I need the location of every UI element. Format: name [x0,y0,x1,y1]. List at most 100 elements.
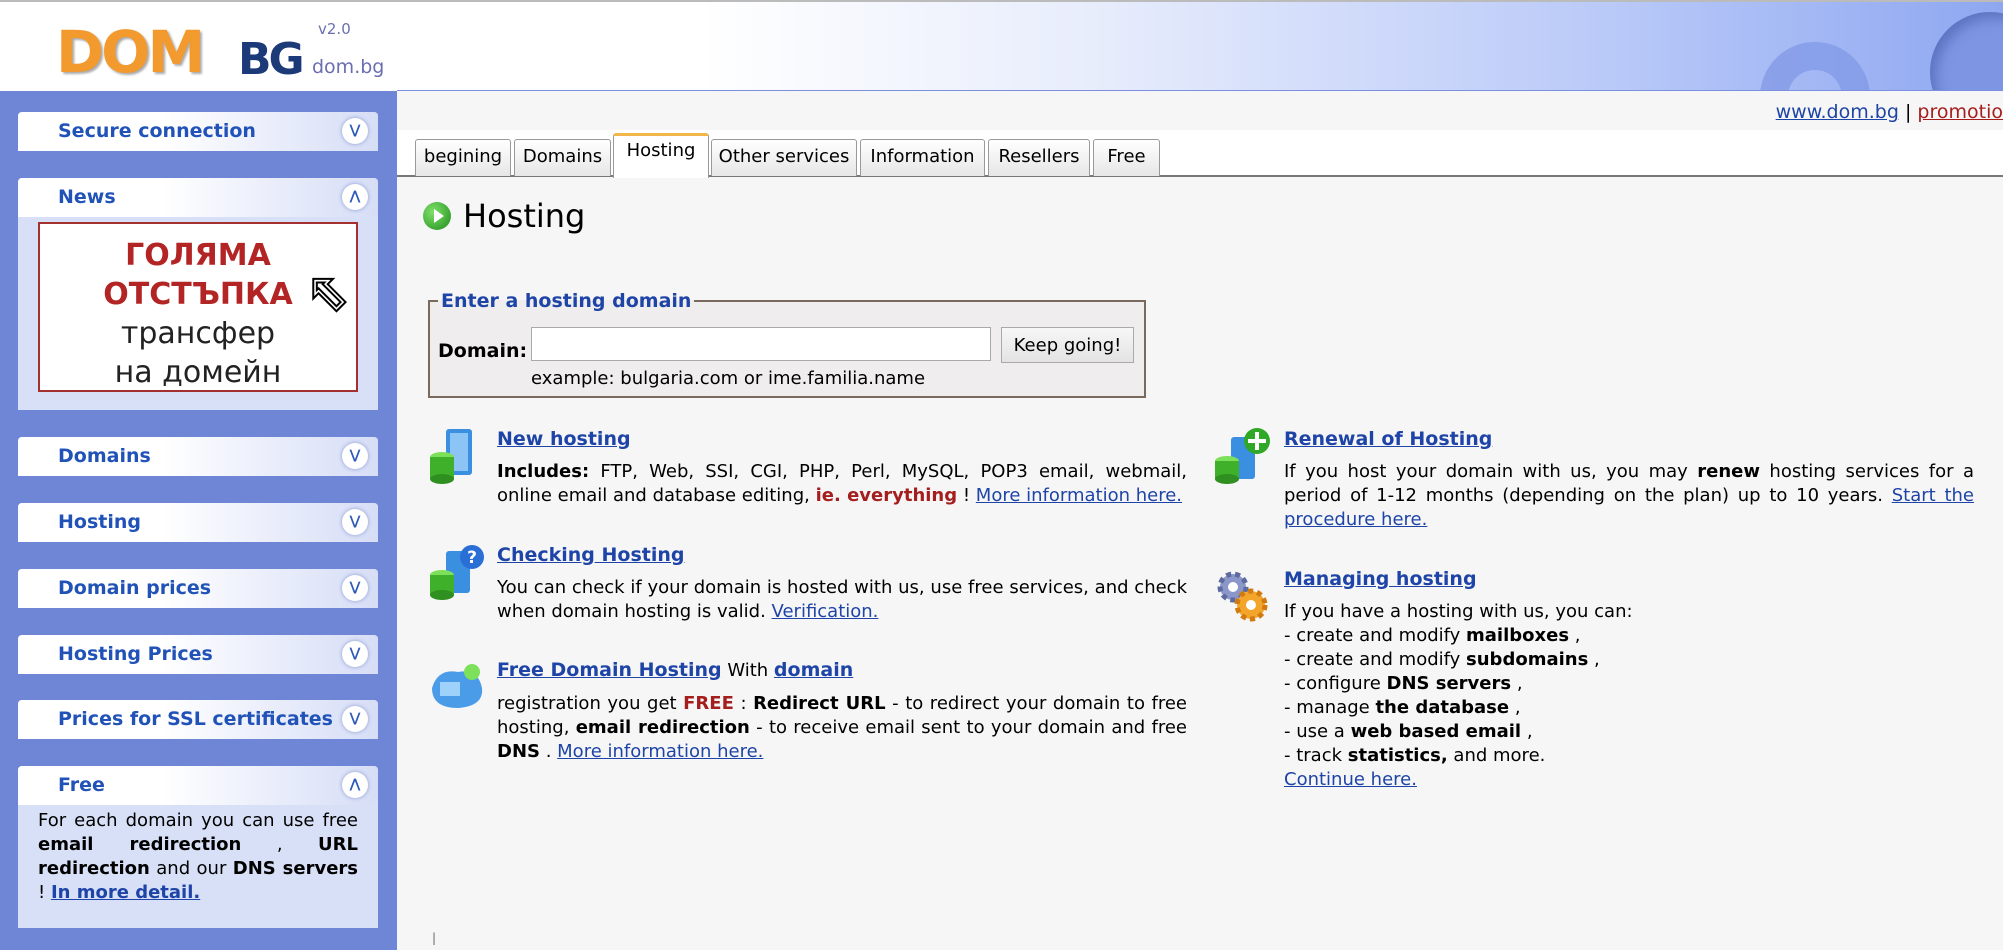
sidebar-item-ssl-prices[interactable]: Prices for SSL certificates ⋁ [18,700,378,739]
text: , [1569,625,1581,646]
tab-information[interactable]: Information [860,139,985,176]
text: and our [149,858,233,879]
top-links: www.dom.bg | promotio [1776,101,2003,123]
sidebar-item-domain-prices[interactable]: Domain prices ⋁ [18,569,378,608]
cursor-icon: ⬁ [307,263,353,323]
tab-other-services[interactable]: Other services [711,139,857,176]
example-hint: example: bulgaria.com or ime.familia.nam… [531,368,926,389]
text: the database [1375,697,1510,718]
logo-version: v2.0 [318,20,351,38]
new-hosting-link[interactable]: New hosting [497,428,631,450]
more-info-link[interactable]: More information here. [976,485,1182,506]
header-divider [397,90,2003,91]
text: web based email [1350,721,1522,742]
verification-link[interactable]: Verification. [772,601,879,622]
tab-hosting[interactable]: Hosting [613,133,709,178]
free-text: For each domain you can use free email r… [18,805,378,905]
sidebar-item-hosting[interactable]: Hosting ⋁ [18,503,378,542]
promotions-link[interactable]: promotio [1917,101,2003,123]
panel-title: Prices for SSL certificates [58,708,333,730]
free-domain-hosting-link[interactable]: Free Domain Hosting [497,659,722,681]
domain-label: Domain: [438,340,528,362]
chevron-down-icon[interactable]: ⋁ [342,118,368,144]
separator: | [1904,101,1912,123]
tab-domains[interactable]: Domains [514,139,611,176]
news-banner[interactable]: ГОЛЯМА ОТСТЪПКА трансфер на домейн ⬁ [38,222,358,392]
tab-begining[interactable]: begining [415,139,511,176]
gears-icon [1217,571,1268,622]
logo-url: dom.bg [312,56,385,78]
hosting-domain-form: Enter a hosting domain Domain: Keep goin… [428,290,1146,398]
form-legend: Enter a hosting domain [441,290,692,312]
checking-hosting-section: Checking Hosting You can check if your d… [497,543,1187,624]
text: mailboxes [1466,625,1570,646]
svg-text:?: ? [467,548,477,568]
text: ! [957,485,976,506]
text: - use a [1284,721,1351,742]
text: - manage [1284,697,1376,718]
text: - to receive email sent to your domain a… [749,717,1187,738]
banner-line: на домейн [114,355,282,390]
text: , [1588,649,1600,670]
play-icon [423,202,451,230]
server-plus-icon [1215,428,1270,484]
chevron-down-icon[interactable]: ⋁ [342,443,368,469]
keep-going-button[interactable]: Keep going! [1001,327,1134,363]
text: . [539,741,558,762]
text: email redirection [38,834,242,855]
sidebar-item-hosting-prices[interactable]: Hosting Prices ⋁ [18,635,378,674]
server-database-icon [430,429,472,484]
domain-input[interactable] [531,327,991,361]
sidebar-item-secure-connection[interactable]: Secure connection ⋁ [18,112,378,151]
text: and more. [1447,745,1546,766]
text: , [241,834,319,855]
chevron-down-icon[interactable]: ⋁ [342,575,368,601]
panel-title: Secure connection [58,120,256,142]
logo-bg: BG [238,34,305,85]
more-info-link[interactable]: More information here. [557,741,763,762]
text: registration you get [497,693,684,714]
sidebar-item-domains[interactable]: Domains ⋁ [18,437,378,476]
chevron-up-icon[interactable]: ⋀ [342,772,368,798]
text: Redirect URL [753,693,886,714]
text: : [733,693,754,714]
text: - create and modify [1284,649,1467,670]
chevron-down-icon[interactable]: ⋁ [342,509,368,535]
tab-resellers[interactable]: Resellers [988,139,1090,176]
text: , [1511,673,1523,694]
panel-title: Domains [58,445,151,467]
server-question-icon: ? [430,545,484,600]
renewal-section: Renewal of Hosting If you host your doma… [1284,427,1974,532]
logo[interactable]: DOM BG v2.0 dom.bg [56,18,384,88]
list-item: - track statistics, and more. [1284,744,1974,768]
continue-link[interactable]: Continue here. [1284,769,1417,790]
footer-mark: | [432,931,437,945]
domain-link[interactable]: domain [774,659,853,681]
text: For each domain you can use free [38,810,358,831]
chevron-down-icon[interactable]: ⋁ [342,706,368,732]
text: , [1521,721,1533,742]
text: email redirection [575,717,750,738]
chevron-up-icon[interactable]: ⋀ [342,184,368,210]
free-hosting-icon [432,664,483,708]
managing-hosting-link[interactable]: Managing hosting [1284,568,1477,590]
page-title: Hosting [423,197,585,235]
text: DNS [497,741,540,762]
new-hosting-section: New hosting Includes: FTP, Web, SSI, CGI… [497,427,1187,508]
panel-title: Domain prices [58,577,212,599]
main-content: Hosting Enter a hosting domain Domain: K… [397,177,2003,950]
logo-dom: DOM [56,18,205,86]
panel-title: Hosting Prices [58,643,213,665]
text: - track [1284,745,1348,766]
tab-bar: begining Domains Hosting Other services … [397,130,2003,178]
tab-free[interactable]: Free [1093,139,1160,176]
more-detail-link[interactable]: In more detail. [51,882,200,903]
checking-hosting-link[interactable]: Checking Hosting [497,544,685,566]
renewal-link[interactable]: Renewal of Hosting [1284,428,1492,450]
chevron-down-icon[interactable]: ⋁ [342,641,368,667]
text: DNS servers [1386,673,1512,694]
panel-title: Hosting [58,511,141,533]
home-link[interactable]: www.dom.bg [1776,101,1899,123]
text: ! [38,882,51,903]
text: subdomains [1466,649,1589,670]
